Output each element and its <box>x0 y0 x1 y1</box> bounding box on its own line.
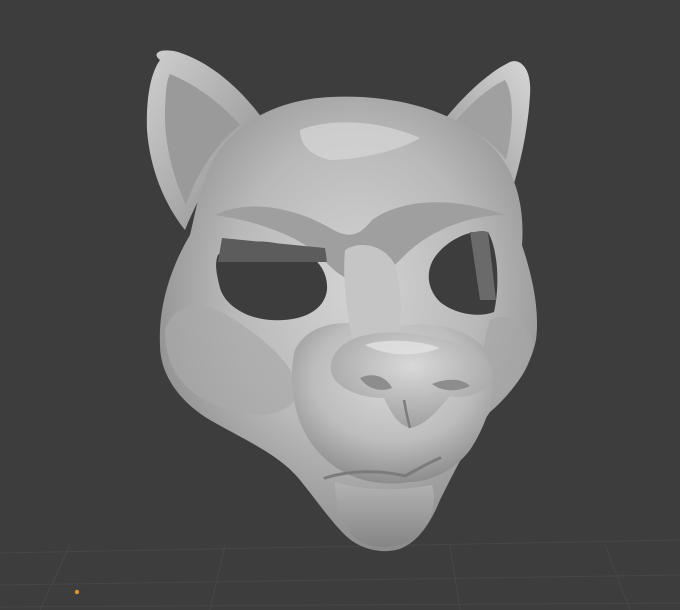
floor-grid <box>0 539 680 610</box>
origin-dot-icon[interactable] <box>74 589 80 595</box>
3d-viewport[interactable] <box>0 0 680 610</box>
viewport-canvas[interactable] <box>0 0 680 610</box>
cat-mask-model[interactable] <box>146 50 538 552</box>
